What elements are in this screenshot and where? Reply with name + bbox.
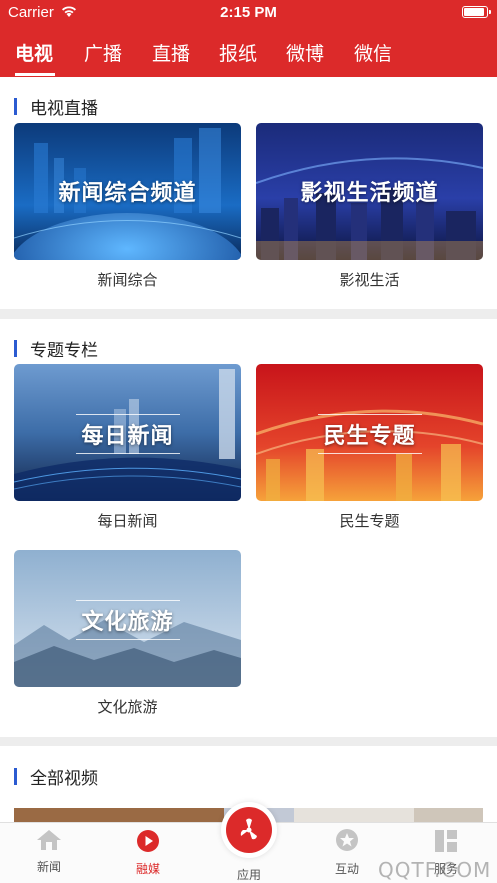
section-marker xyxy=(14,768,17,785)
tabbar-item-media[interactable]: 融媒 xyxy=(118,829,178,877)
channel-thumbnail: 新闻综合频道 xyxy=(14,123,241,260)
watermark: QQTF.COM xyxy=(378,858,492,882)
center-button-core xyxy=(226,807,272,853)
battery-icon xyxy=(462,6,491,18)
topic-thumbnail: 文化旅游 xyxy=(14,550,241,687)
tabbar-label: 新闻 xyxy=(36,860,61,874)
clock: 2:15 PM xyxy=(220,4,277,21)
section-title-text: 专题专栏 xyxy=(30,341,98,361)
tab-live[interactable]: 直播 xyxy=(152,39,190,66)
battery-level xyxy=(464,8,484,16)
channel-thumbnail: 影视生活频道 xyxy=(256,123,483,260)
grid-icon xyxy=(435,830,457,852)
tabbar-label: 互动 xyxy=(334,862,359,876)
tab-weibo[interactable]: 微博 xyxy=(286,39,324,66)
section-title-text: 全部视频 xyxy=(30,769,98,789)
section-topics: 专题专栏 每日新闻 每日新闻 民生专题 民生专题 文化旅游 文化旅游 xyxy=(0,319,497,737)
channel-caption: 新闻综合 xyxy=(97,271,158,289)
tab-wechat[interactable]: 微信 xyxy=(354,39,392,66)
topic-thumbnail: 民生专题 xyxy=(256,364,483,501)
tab-tv[interactable]: 电视 xyxy=(15,39,53,66)
topic-thumbnail: 每日新闻 xyxy=(14,364,241,501)
star-bubble-icon xyxy=(336,829,358,851)
section-marker xyxy=(14,98,17,115)
topic-caption: 每日新闻 xyxy=(97,512,158,530)
tabbar-label: 融媒 xyxy=(135,862,160,876)
channel-caption: 影视生活 xyxy=(339,271,400,289)
active-tab-indicator xyxy=(15,73,55,76)
status-bar: Carrier 2:15 PM xyxy=(0,0,497,26)
tab-radio[interactable]: 广播 xyxy=(84,39,122,66)
header: Carrier 2:15 PM 电视 广播 直播 报纸 微博 微信 xyxy=(0,0,497,77)
thumbnail-title: 影视生活频道 xyxy=(300,181,439,206)
section-title: 电视直播 xyxy=(14,94,98,119)
fan-icon xyxy=(240,818,257,840)
thumbnail-title: 每日新闻 xyxy=(75,414,180,454)
section-title: 全部视频 xyxy=(14,764,98,789)
tabbar-label-apps: 应用 xyxy=(236,868,261,882)
section-title-text: 电视直播 xyxy=(30,99,98,119)
section-tv-live: 电视直播 新闻综合频道 新闻综合 影视生活频道 影视生活 xyxy=(0,77,497,309)
top-nav: 电视 广播 直播 报纸 微博 微信 xyxy=(0,36,497,77)
tab-newspaper[interactable]: 报纸 xyxy=(219,39,257,66)
topic-caption: 文化旅游 xyxy=(97,698,158,716)
play-circle-icon xyxy=(137,830,159,852)
section-title: 专题专栏 xyxy=(14,336,98,361)
section-marker xyxy=(14,340,17,357)
thumbnail-title: 文化旅游 xyxy=(75,600,180,640)
topic-caption: 民生专题 xyxy=(339,512,400,530)
app-root: Carrier 2:15 PM 电视 广播 直播 报纸 微博 微信 电视直播 新… xyxy=(0,0,497,883)
tabbar-item-interact[interactable]: 互动 xyxy=(317,829,377,877)
apps-center-button[interactable] xyxy=(221,802,277,858)
thumbnail-title: 民生专题 xyxy=(317,414,422,454)
home-icon xyxy=(37,830,61,850)
tabbar-item-news[interactable]: 新闻 xyxy=(19,829,79,875)
thumbnail-title: 新闻综合频道 xyxy=(58,181,197,206)
